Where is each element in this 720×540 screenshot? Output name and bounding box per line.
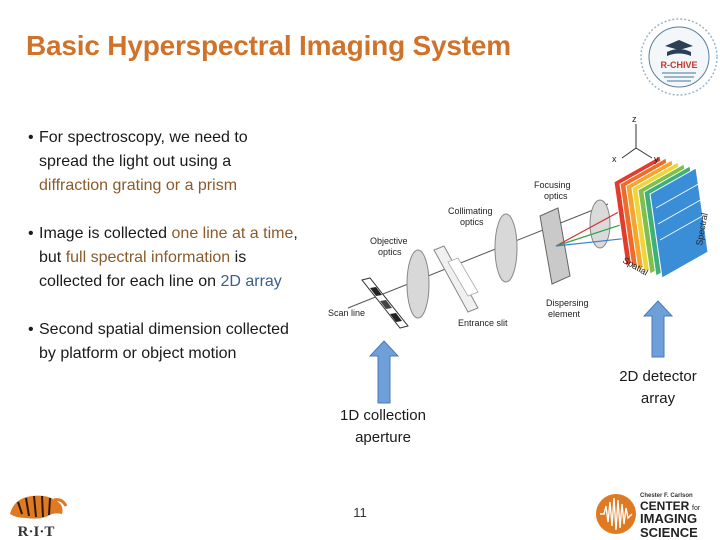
slide: Basic Hyperspectral Imaging System R-CHI…	[0, 0, 720, 540]
bullet-2: Image is collected one line at a time, b…	[28, 222, 300, 294]
bullet-2-text-a: Image is collected	[39, 225, 172, 242]
collection-aperture-arrow	[369, 340, 399, 404]
collimating-label-2: optics	[460, 217, 484, 227]
bullet-1-highlight: diffraction grating or a prism	[39, 177, 238, 194]
dispersing-label-1: Dispersing	[546, 298, 589, 308]
bullet-3-text: Second spatial dimension collected by pl…	[39, 321, 289, 362]
collection-aperture-line-1: 1D collection	[340, 407, 426, 424]
scan-line-label: Scan line	[328, 308, 365, 318]
focusing-label-1: Focusing	[534, 180, 571, 190]
axis-y-label: y	[654, 154, 659, 164]
page-number: 11	[353, 505, 367, 520]
collection-aperture-line-2: aperture	[355, 429, 411, 446]
detector-array-line-1: 2D detector	[619, 368, 697, 385]
detector-array-caption: 2D detector array	[602, 366, 714, 410]
detector-array-arrow	[643, 300, 673, 358]
bullet-1: For spectroscopy, we need to spread the …	[28, 126, 300, 198]
objective-label-1: Objective	[370, 236, 408, 246]
entrance-slit	[433, 245, 479, 313]
cis-logo-line4: SCIENCE	[640, 525, 698, 540]
bullet-3: Second spatial dimension collected by pl…	[28, 318, 300, 366]
slide-title: Basic Hyperspectral Imaging System	[26, 30, 511, 61]
entrance-slit-label: Entrance slit	[458, 318, 508, 328]
objective-lens	[406, 249, 430, 319]
scan-line-strip	[361, 277, 409, 329]
axis-x-label: x	[612, 154, 617, 164]
seal-label: R-CHIVE	[660, 60, 697, 70]
focusing-label-2: optics	[544, 191, 568, 201]
rit-logo-text: R·I·T	[18, 524, 55, 540]
collimating-label-1: Collimating	[448, 206, 493, 216]
rit-tiger-logo: R·I·T	[10, 495, 68, 540]
objective-label-2: optics	[378, 247, 402, 257]
rchive-seal-logo: R-CHIVE	[640, 18, 718, 96]
bullet-2-highlight-a: one line at a time	[171, 225, 294, 242]
detector-array-line-2: array	[640, 390, 676, 407]
collimating-lens	[494, 213, 518, 283]
dispersing-label-2: element	[548, 309, 581, 319]
dispersing-element	[539, 207, 571, 285]
coordinate-axes	[621, 124, 653, 159]
bullet-1-text: For spectroscopy, we need to spread the …	[39, 129, 248, 170]
cis-logo-line3: IMAGING	[640, 511, 697, 526]
bullet-2-highlight-b: full spectral information	[65, 249, 231, 266]
center-for-imaging-science-logo: Chester F. Carlson CENTER for IMAGING SC…	[596, 493, 701, 540]
bullet-list: For spectroscopy, we need to spread the …	[28, 126, 300, 366]
bullet-2-highlight-c: 2D array	[220, 273, 282, 290]
axis-z-label: z	[632, 114, 637, 124]
collection-aperture-caption: 1D collection aperture	[318, 405, 448, 449]
